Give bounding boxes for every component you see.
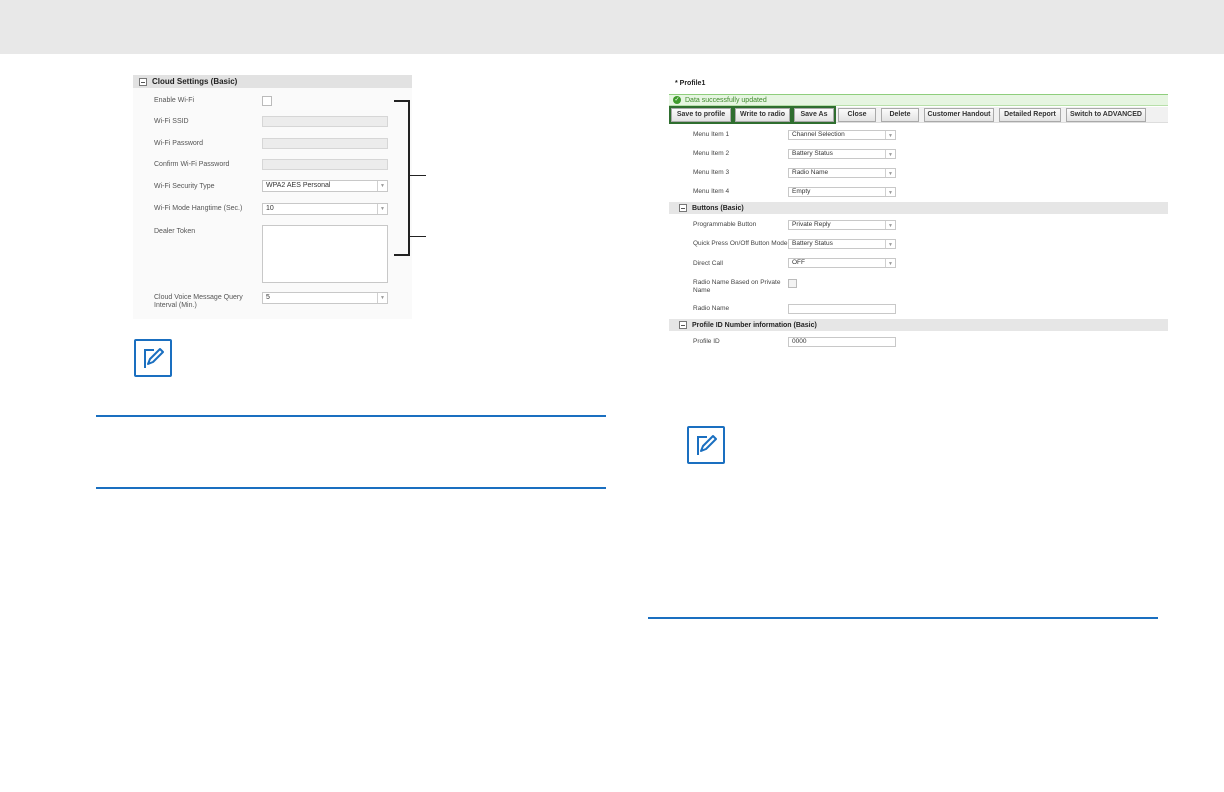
profile-id-input[interactable]: 0000 (788, 337, 896, 347)
note-pencil-icon (687, 426, 725, 464)
direct-call-label: Direct Call (693, 260, 723, 267)
menu-item-3-label: Menu Item 3 (693, 169, 730, 176)
callout-bracket (394, 100, 410, 256)
menu-item-4-value: Empty (792, 188, 811, 195)
detailed-report-button[interactable]: Detailed Report (999, 108, 1061, 122)
wifi-security-type-select[interactable]: WPA2 AES Personal ▼ (262, 180, 388, 192)
programmable-button-value: Private Reply (792, 221, 831, 228)
success-message: Data successfully updated (685, 96, 767, 104)
profile-panel: * Profile1 ✓ Data successfully updated S… (669, 74, 1168, 350)
switch-to-advanced-button[interactable]: Switch to ADVANCED (1066, 108, 1146, 122)
enable-wifi-label: Enable Wi-Fi (154, 97, 195, 104)
chevron-down-icon[interactable]: ▼ (885, 259, 895, 267)
buttons-section-title: Buttons (Basic) (692, 204, 744, 212)
quick-press-value: Battery Status (792, 240, 833, 247)
wifi-ssid-field[interactable] (262, 116, 388, 127)
section-rule-right (648, 617, 1158, 619)
wifi-password-field[interactable] (262, 138, 388, 149)
page-header-bar (0, 0, 1224, 54)
section-rule-bottom (96, 487, 606, 489)
wifi-password-label: Wi-Fi Password (154, 140, 204, 147)
query-interval-label: Cloud Voice Message Query Interval (Min.… (154, 294, 243, 310)
programmable-button-select[interactable]: Private Reply ▼ (788, 220, 896, 230)
chevron-down-icon[interactable]: ▼ (377, 181, 387, 191)
profile-title: * Profile1 (675, 80, 706, 87)
profile-id-section-header[interactable]: Profile ID Number information (Basic) (669, 319, 1168, 331)
menu-item-1-select[interactable]: Channel Selection ▼ (788, 130, 896, 140)
chevron-down-icon[interactable]: ▼ (377, 204, 387, 214)
collapse-icon[interactable] (139, 77, 147, 86)
radio-name-private-label: Radio Name Based on Private Name (693, 279, 780, 295)
chevron-down-icon[interactable]: ▼ (885, 221, 895, 229)
chevron-down-icon[interactable]: ▼ (885, 188, 895, 196)
confirm-wifi-password-field[interactable] (262, 159, 388, 170)
buttons-section-header[interactable]: Buttons (Basic) (669, 202, 1168, 214)
save-to-profile-button[interactable]: Save to profile (669, 106, 733, 124)
quick-press-select[interactable]: Battery Status ▼ (788, 239, 896, 249)
menu-item-1-label: Menu Item 1 (693, 131, 730, 138)
wifi-hangtime-value: 10 (266, 205, 274, 212)
wifi-hangtime-select[interactable]: 10 ▼ (262, 203, 388, 215)
query-interval-value: 5 (266, 294, 270, 301)
menu-item-4-label: Menu Item 4 (693, 188, 730, 195)
note-pencil-icon (134, 339, 172, 377)
delete-button[interactable]: Delete (881, 108, 919, 122)
wifi-security-type-value: WPA2 AES Personal (266, 182, 331, 189)
quick-press-label: Quick Press On/Off Button Mode (693, 240, 788, 247)
confirm-wifi-password-label: Confirm Wi-Fi Password (154, 161, 230, 168)
cloud-settings-title: Cloud Settings (Basic) (152, 77, 238, 86)
toolbar: Save to profile Write to radio Save As C… (669, 106, 1168, 124)
query-interval-label-line2: Interval (Min.) (154, 302, 197, 309)
query-interval-select[interactable]: 5 ▼ (262, 292, 388, 304)
direct-call-value: OFF (792, 259, 805, 266)
profile-id-section-title: Profile ID Number information (Basic) (692, 321, 817, 329)
programmable-button-label: Programmable Button (693, 221, 757, 228)
radio-name-private-label-line2: Name (693, 287, 711, 294)
profile-id-label: Profile ID (693, 338, 720, 345)
radio-name-label: Radio Name (693, 305, 730, 312)
callout-line-1 (410, 175, 426, 176)
radio-name-private-checkbox[interactable] (788, 279, 797, 288)
write-to-radio-button[interactable]: Write to radio (733, 106, 792, 124)
menu-item-4-select[interactable]: Empty ▼ (788, 187, 896, 197)
wifi-hangtime-label: Wi-Fi Mode Hangtime (Sec.) (154, 205, 243, 212)
dealer-token-textarea[interactable] (262, 225, 388, 283)
query-interval-label-line1: Cloud Voice Message Query (154, 294, 243, 301)
save-as-button[interactable]: Save As (792, 106, 836, 124)
callout-line-2 (410, 236, 426, 237)
direct-call-select[interactable]: OFF ▼ (788, 258, 896, 268)
success-banner: ✓ Data successfully updated (669, 94, 1168, 106)
close-button[interactable]: Close (838, 108, 876, 122)
chevron-down-icon[interactable]: ▼ (885, 150, 895, 158)
menu-item-3-value: Radio Name (792, 169, 829, 176)
radio-name-input[interactable] (788, 304, 896, 314)
chevron-down-icon[interactable]: ▼ (885, 240, 895, 248)
enable-wifi-checkbox[interactable] (262, 96, 272, 106)
menu-item-2-value: Battery Status (792, 150, 833, 157)
check-circle-icon: ✓ (673, 96, 681, 104)
dealer-token-label: Dealer Token (154, 228, 196, 235)
chevron-down-icon[interactable]: ▼ (377, 293, 387, 303)
radio-name-private-label-line1: Radio Name Based on Private (693, 279, 781, 286)
chevron-down-icon[interactable]: ▼ (885, 169, 895, 177)
section-rule-top (96, 415, 606, 417)
menu-item-2-select[interactable]: Battery Status ▼ (788, 149, 896, 159)
wifi-security-type-label: Wi-Fi Security Type (154, 183, 215, 190)
menu-item-3-select[interactable]: Radio Name ▼ (788, 168, 896, 178)
wifi-ssid-label: Wi-Fi SSID (154, 118, 189, 125)
cloud-settings-panel: Cloud Settings (Basic) Enable Wi-Fi Wi-F… (133, 75, 412, 319)
menu-item-2-label: Menu Item 2 (693, 150, 730, 157)
collapse-icon[interactable] (679, 204, 687, 212)
chevron-down-icon[interactable]: ▼ (885, 131, 895, 139)
collapse-icon[interactable] (679, 321, 687, 329)
cloud-settings-header[interactable]: Cloud Settings (Basic) (133, 75, 412, 88)
menu-item-1-value: Channel Selection (792, 131, 845, 138)
customer-handout-button[interactable]: Customer Handout (924, 108, 994, 122)
